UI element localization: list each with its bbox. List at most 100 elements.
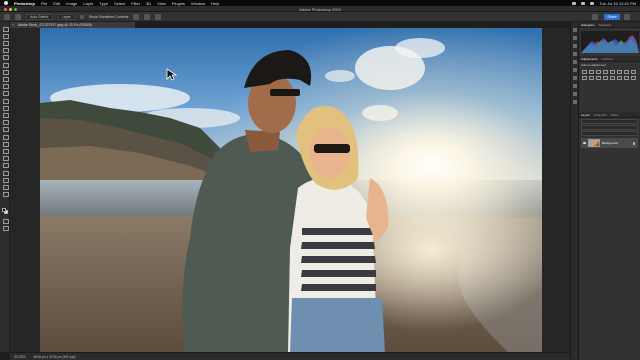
tab-paths[interactable]: Paths xyxy=(611,113,619,117)
menu-3d[interactable]: 3D xyxy=(146,1,151,6)
paragraph-panel-icon[interactable] xyxy=(573,76,577,80)
curves-icon[interactable] xyxy=(596,70,601,74)
color-lookup-icon[interactable] xyxy=(596,76,601,80)
glyphs-panel-icon[interactable] xyxy=(573,84,577,88)
exposure-icon[interactable] xyxy=(603,70,608,74)
properties-panel-icon[interactable] xyxy=(573,36,577,40)
menu-image[interactable]: Image xyxy=(66,1,77,6)
edit-toolbar-icon[interactable] xyxy=(3,192,9,198)
distribute-icon[interactable] xyxy=(144,13,151,20)
lock-row[interactable] xyxy=(581,131,638,136)
path-select-icon[interactable] xyxy=(3,156,9,162)
move-tool-icon[interactable] xyxy=(15,13,21,20)
app-menu[interactable]: Photoshop xyxy=(14,1,35,6)
lock-icon[interactable] xyxy=(633,141,635,145)
zoom-level[interactable]: 33.33% xyxy=(14,355,26,359)
selective-color-icon[interactable] xyxy=(631,76,636,80)
document-size[interactable]: 5616 px x 3744 px (300 ppi) xyxy=(34,355,76,359)
wifi-icon[interactable] xyxy=(572,1,577,5)
layer-select-dropdown[interactable]: Layer xyxy=(58,13,75,20)
checkbox-icon[interactable] xyxy=(79,14,84,19)
hue-saturation-icon[interactable] xyxy=(617,70,622,74)
healing-brush-icon[interactable] xyxy=(3,84,9,90)
gradient-map-icon[interactable] xyxy=(624,76,629,80)
object-select-tool-icon[interactable] xyxy=(3,55,9,61)
channel-mixer-icon[interactable] xyxy=(589,76,594,80)
menu-window[interactable]: Window xyxy=(191,1,205,6)
menu-file[interactable]: File xyxy=(41,1,47,6)
posterize-icon[interactable] xyxy=(610,76,615,80)
photo-filter-icon[interactable] xyxy=(582,76,587,80)
lasso-tool-icon[interactable] xyxy=(3,48,9,54)
show-transform-label[interactable]: Show Transform Controls xyxy=(89,15,129,19)
move-tool-icon[interactable] xyxy=(3,26,9,32)
layer-thumbnail xyxy=(588,139,600,147)
threshold-icon[interactable] xyxy=(617,76,622,80)
menu-edit[interactable]: Edit xyxy=(53,1,60,6)
apple-icon[interactable] xyxy=(4,1,8,5)
type-tool-icon[interactable] xyxy=(3,148,9,154)
brightness-icon[interactable] xyxy=(582,70,587,74)
blend-mode-row[interactable] xyxy=(581,125,638,130)
menu-view[interactable]: View xyxy=(157,1,166,6)
share-button[interactable]: Share xyxy=(604,14,620,20)
color-balance-icon[interactable] xyxy=(624,70,629,74)
more-tools-icon[interactable] xyxy=(3,184,9,190)
brush-panel-icon[interactable] xyxy=(573,60,577,64)
black-white-icon[interactable] xyxy=(631,70,636,74)
search-icon[interactable] xyxy=(592,14,598,20)
home-icon[interactable] xyxy=(4,13,10,20)
history-brush-icon[interactable] xyxy=(3,105,9,111)
character-panel-icon[interactable] xyxy=(573,68,577,72)
rectangle-tool-icon[interactable] xyxy=(3,163,9,169)
marquee-tool-icon[interactable] xyxy=(3,40,9,46)
info-panel-icon[interactable] xyxy=(573,100,577,104)
menu-type[interactable]: Type xyxy=(99,1,108,6)
eye-icon[interactable] xyxy=(583,142,586,144)
swatches-panel-icon[interactable] xyxy=(573,52,577,56)
layer-filter-row[interactable] xyxy=(581,119,638,124)
menu-layer[interactable]: Layer xyxy=(83,1,93,6)
levels-icon[interactable] xyxy=(589,70,594,74)
layer-row-background[interactable]: Background xyxy=(581,138,638,148)
tab-channels[interactable]: Channels xyxy=(594,113,607,117)
menu-select[interactable]: Select xyxy=(114,1,125,6)
align-icon[interactable] xyxy=(133,13,140,20)
foreground-color-swatch[interactable] xyxy=(2,208,6,212)
crop-tool-icon[interactable] xyxy=(3,62,9,68)
menubar-clock[interactable]: Tue Jul 16 12:40 PM xyxy=(599,1,636,6)
menu-plugins[interactable]: Plugins xyxy=(172,1,185,6)
menu-help[interactable]: Help xyxy=(211,1,219,6)
tab-layers[interactable]: Layers xyxy=(581,113,590,117)
tab-histogram[interactable]: Histogram xyxy=(581,23,595,27)
invert-icon[interactable] xyxy=(603,76,608,80)
hand-tool-icon[interactable] xyxy=(3,170,9,176)
more-options-icon[interactable] xyxy=(155,13,162,20)
tab-navigator[interactable]: Navigator xyxy=(599,23,612,27)
frame-tool-icon[interactable] xyxy=(3,69,9,75)
color-panel-icon[interactable] xyxy=(573,44,577,48)
clone-stamp-icon[interactable] xyxy=(3,98,9,104)
comments-panel-icon[interactable] xyxy=(573,92,577,96)
eyedropper-tool-icon[interactable] xyxy=(3,76,9,82)
battery-icon[interactable] xyxy=(581,1,586,5)
tab-libraries[interactable]: Libraries xyxy=(602,57,614,61)
artboard-tool-icon[interactable] xyxy=(3,33,9,39)
menu-filter[interactable]: Filter xyxy=(131,1,140,6)
image-canvas[interactable] xyxy=(40,28,542,354)
brush-tool-icon[interactable] xyxy=(3,91,9,97)
search-icon[interactable] xyxy=(590,1,595,5)
vibrance-icon[interactable] xyxy=(610,70,615,74)
gradient-tool-icon[interactable] xyxy=(3,120,9,126)
tab-adjustments[interactable]: Adjustments xyxy=(581,57,598,61)
zoom-tool-icon[interactable] xyxy=(3,177,9,183)
eraser-tool-icon[interactable] xyxy=(3,112,9,118)
history-panel-icon[interactable] xyxy=(573,28,577,32)
workspace-icon[interactable] xyxy=(624,14,630,20)
pen-tool-icon[interactable] xyxy=(3,141,9,147)
blur-tool-icon[interactable] xyxy=(3,127,9,133)
quick-mask-icon[interactable] xyxy=(3,218,9,224)
auto-select-checkbox[interactable]: Auto-Select: xyxy=(26,13,54,20)
dodge-tool-icon[interactable] xyxy=(3,134,9,140)
screen-mode-icon[interactable] xyxy=(3,225,9,231)
